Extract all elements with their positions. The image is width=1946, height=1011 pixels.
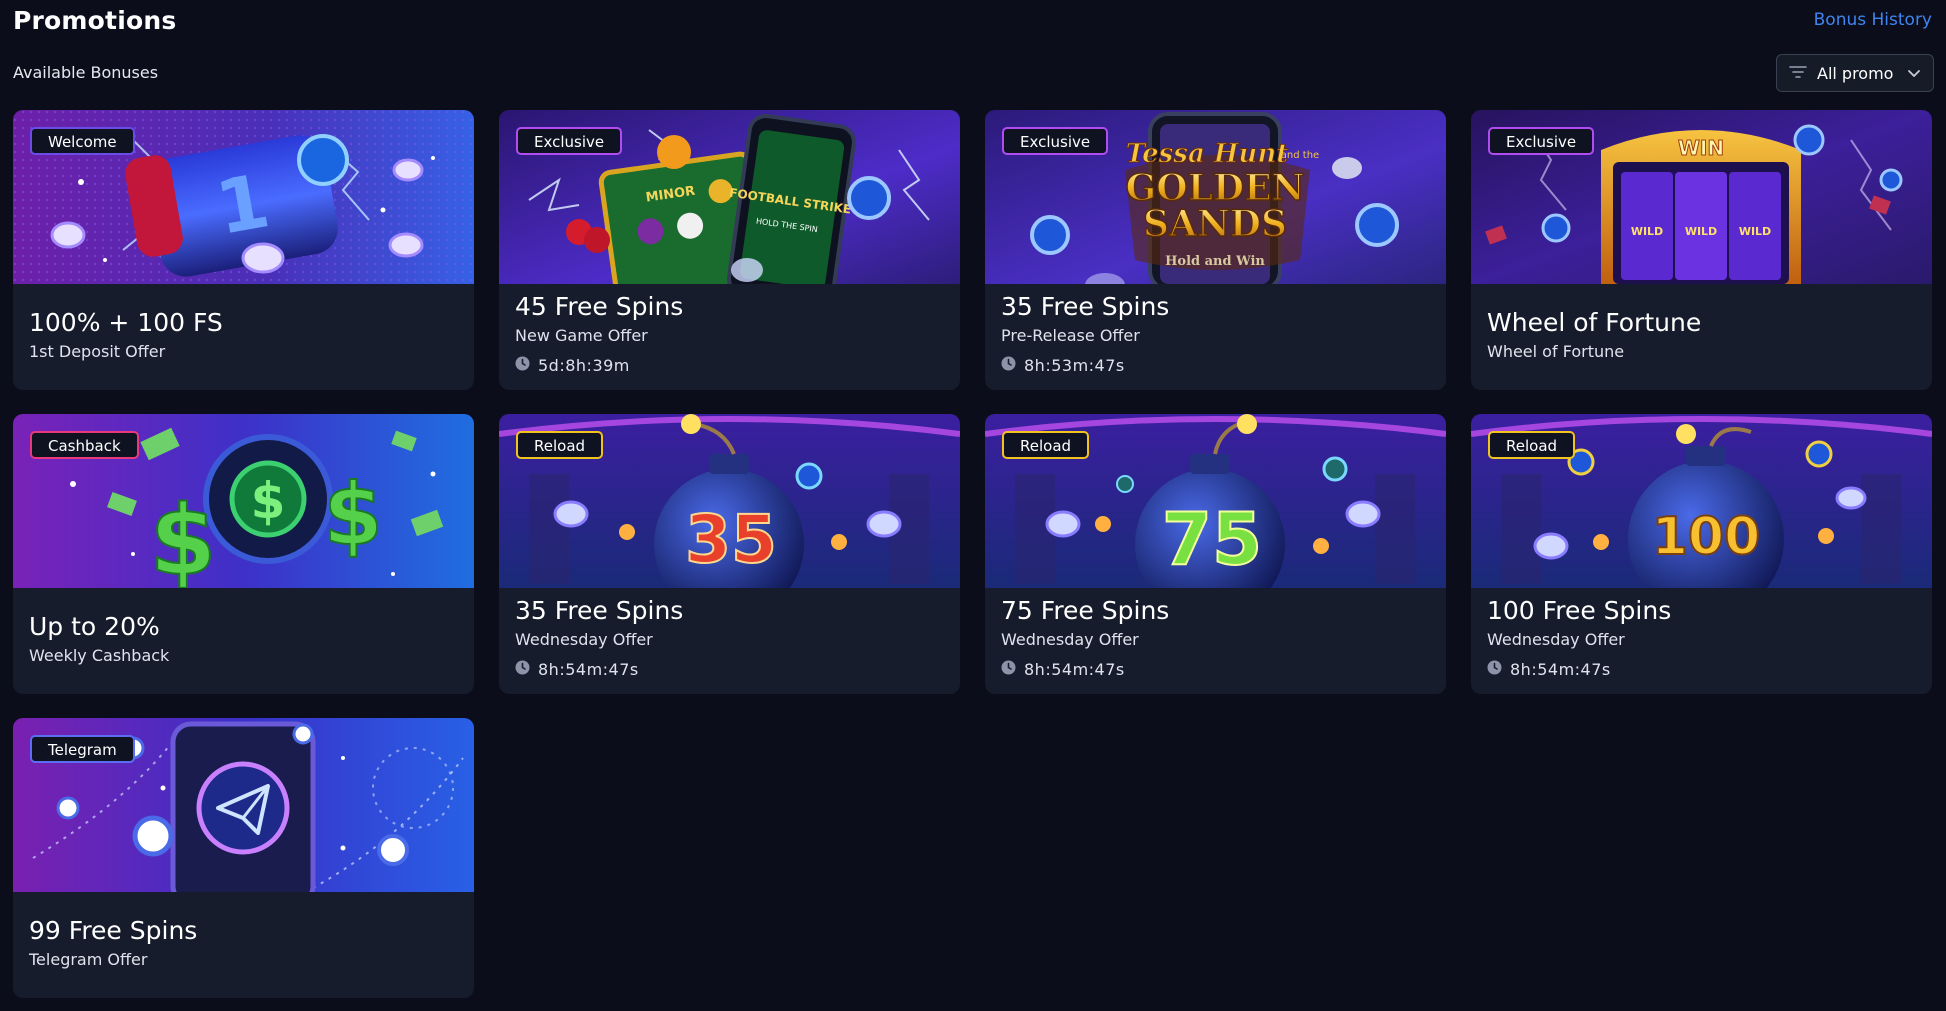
filter-lines-icon bbox=[1789, 64, 1807, 83]
promo-timer: 8h:54m:47s bbox=[1001, 660, 1125, 679]
promo-timer: 5d:8h:39m bbox=[515, 356, 630, 375]
chevron-down-icon bbox=[1907, 64, 1921, 83]
promo-card[interactable]: WIN WILD WILD WILD Exclusive Wheel of Fo… bbox=[1471, 110, 1932, 390]
promo-card[interactable]: Telegram 99 Free Spins Telegram Offer bbox=[13, 718, 474, 998]
promo-title: 100% + 100 FS bbox=[29, 308, 223, 337]
timer-value: 8h:54m:47s bbox=[1510, 660, 1611, 679]
bonus-history-link[interactable]: Bonus History bbox=[1814, 10, 1932, 30]
promo-card[interactable]: 75 Reload 75 Free Spins Wednesday Offer … bbox=[985, 414, 1446, 694]
machine-win-label: WIN bbox=[1678, 136, 1724, 160]
timer-value: 8h:54m:47s bbox=[1024, 660, 1125, 679]
promo-title: 75 Free Spins bbox=[1001, 596, 1170, 625]
clock-icon bbox=[515, 356, 530, 375]
promo-subtitle: Wednesday Offer bbox=[515, 630, 653, 649]
reel-wild-label: WILD bbox=[1739, 225, 1771, 238]
promo-timer: 8h:54m:47s bbox=[515, 660, 639, 679]
promo-badge: Reload bbox=[1002, 431, 1090, 459]
svg-text:$: $ bbox=[251, 472, 286, 530]
game-title-conj: and the bbox=[1281, 150, 1319, 161]
promo-subtitle: Pre-Release Offer bbox=[1001, 326, 1140, 345]
bomb-number: 35 bbox=[685, 501, 777, 578]
promo-badge: Telegram bbox=[30, 735, 135, 763]
filter-label: All promo bbox=[1817, 63, 1894, 83]
bomb-number: 75 bbox=[1162, 497, 1262, 581]
clock-icon bbox=[515, 660, 530, 679]
clock-icon bbox=[1001, 660, 1016, 679]
promo-badge: Cashback bbox=[30, 431, 139, 459]
svg-text:$: $ bbox=[323, 465, 383, 565]
promo-title: 35 Free Spins bbox=[1001, 292, 1170, 321]
promo-card[interactable]: $ $ $ Cashback Up to 20% Weekly Cashback bbox=[13, 414, 474, 694]
promo-badge: Reload bbox=[1488, 431, 1576, 459]
reel-wild-label: WILD bbox=[1685, 225, 1717, 238]
promo-subtitle: Wednesday Offer bbox=[1487, 630, 1625, 649]
promo-title: 99 Free Spins bbox=[29, 916, 198, 945]
promo-subtitle: Wednesday Offer bbox=[1001, 630, 1139, 649]
clock-icon bbox=[1487, 660, 1502, 679]
timer-value: 5d:8h:39m bbox=[538, 356, 630, 375]
reel-wild-label: WILD bbox=[1631, 225, 1663, 238]
timer-value: 8h:53m:47s bbox=[1024, 356, 1125, 375]
game-subtitle: Hold and Win bbox=[1165, 254, 1265, 269]
promo-title: 35 Free Spins bbox=[515, 596, 684, 625]
promo-card[interactable]: Tessa Hunt and the GOLDEN SANDS Hold and… bbox=[985, 110, 1446, 390]
promo-title: Wheel of Fortune bbox=[1487, 308, 1702, 337]
promo-title: 45 Free Spins bbox=[515, 292, 684, 321]
promo-subtitle: Wheel of Fortune bbox=[1487, 342, 1625, 361]
promo-subtitle: New Game Offer bbox=[515, 326, 648, 345]
promo-card[interactable]: 35 Reload 35 Free Spins Wednesday Offer … bbox=[499, 414, 960, 694]
timer-value: 8h:54m:47s bbox=[538, 660, 639, 679]
svg-text:$: $ bbox=[150, 485, 217, 588]
game-title-line1: Tessa Hunt bbox=[1126, 139, 1288, 169]
clock-icon bbox=[1001, 356, 1016, 375]
promo-badge: Exclusive bbox=[1002, 127, 1109, 155]
promo-card[interactable]: MINOR FOOTBALL STRIKE HOLD THE SPIN Excl… bbox=[499, 110, 960, 390]
promo-title: 100 Free Spins bbox=[1487, 596, 1672, 625]
promo-badge: Exclusive bbox=[1488, 127, 1595, 155]
promo-card[interactable]: 1 Welcome 100% + 100 FS 1st Deposit Offe… bbox=[13, 110, 474, 390]
promo-subtitle: Telegram Offer bbox=[29, 950, 148, 969]
promo-filter-dropdown[interactable]: All promo bbox=[1776, 54, 1934, 92]
promo-timer: 8h:54m:47s bbox=[1487, 660, 1611, 679]
promo-badge: Exclusive bbox=[516, 127, 623, 155]
promo-subtitle: Weekly Cashback bbox=[29, 646, 170, 665]
page-title: Promotions bbox=[13, 6, 177, 35]
section-label: Available Bonuses bbox=[13, 63, 159, 82]
promo-title: Up to 20% bbox=[29, 612, 160, 641]
bomb-number: 100 bbox=[1652, 507, 1761, 567]
promo-timer: 8h:53m:47s bbox=[1001, 356, 1125, 375]
promo-subtitle: 1st Deposit Offer bbox=[29, 342, 166, 361]
promo-card[interactable]: 100 Reload 100 Free Spins Wednesday Offe… bbox=[1471, 414, 1932, 694]
promo-badge: Welcome bbox=[30, 127, 135, 155]
game-title-line3: SANDS bbox=[1143, 203, 1287, 245]
promo-badge: Reload bbox=[516, 431, 604, 459]
